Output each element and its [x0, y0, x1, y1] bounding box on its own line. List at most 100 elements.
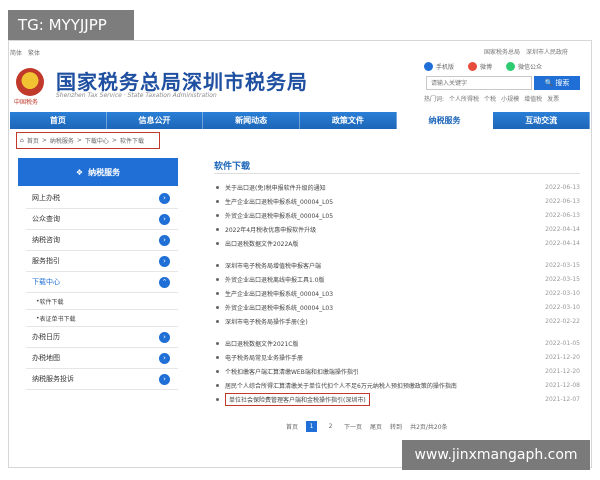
- document-date: 2021-12-08: [545, 381, 580, 389]
- hot-word[interactable]: 个税: [484, 94, 496, 103]
- document-row: 出口退税数据文件2022A版 2022-04-14: [214, 236, 580, 250]
- document-link[interactable]: 外贸企业出口退税申报系统_00004_L05: [225, 211, 536, 220]
- search-input[interactable]: [426, 76, 532, 90]
- breadcrumb-sep: >: [111, 137, 117, 144]
- nav-home[interactable]: 首页: [10, 112, 107, 129]
- document-link[interactable]: 外贸企业出口退税申报系统_00004_L03: [225, 303, 536, 312]
- document-link[interactable]: 出口退税数据文件2021C版: [225, 339, 536, 348]
- document-date: 2022-06-13: [545, 183, 580, 191]
- wechat-link[interactable]: 微信公众: [506, 62, 542, 71]
- document-link[interactable]: 个税扣缴客户端汇算清缴WEB端和扣缴端操作指引: [225, 367, 536, 376]
- search-button[interactable]: 🔍 搜索: [534, 76, 580, 90]
- document-date: 2022-03-10: [545, 289, 580, 297]
- nav-policy[interactable]: 政策文件: [300, 112, 397, 129]
- pager-first[interactable]: 首页: [286, 422, 298, 431]
- hot-word[interactable]: 增值税: [524, 94, 542, 103]
- chevron-right-icon[interactable]: ›: [159, 213, 170, 225]
- chevron-up-icon[interactable]: ⌃: [159, 276, 170, 288]
- weibo-icon: [468, 62, 478, 71]
- nav-tax-service[interactable]: 纳税服务: [396, 112, 494, 129]
- breadcrumb-item[interactable]: 首页: [27, 136, 39, 145]
- bullet-icon: [216, 291, 219, 295]
- sidebar-item[interactable]: 公众查询 ›: [26, 209, 178, 230]
- document-group: 深圳市电子税务局增值税申报客户端 2022-03-15 外贸企业出口退税离线申报工具…: [214, 258, 580, 328]
- document-date: 2022-02-22: [545, 317, 580, 325]
- mobile-icon: [424, 62, 433, 71]
- breadcrumb-sep: >: [76, 137, 82, 144]
- document-row: 电子税务局常见业务操作手册 2021-12-20: [214, 350, 580, 364]
- document-row: 深圳市电子税务局操作手册(全) 2022-02-22: [214, 314, 580, 328]
- watermark-tag: TG: MYYJJPP: [8, 10, 134, 40]
- top-links-right: 国家税务总局 深圳市人民政府: [484, 47, 568, 56]
- sidebar-item[interactable]: 网上办税 ›: [26, 188, 178, 209]
- chevron-right-icon[interactable]: ›: [159, 373, 170, 385]
- nav-info-public[interactable]: 信息公开: [107, 112, 204, 129]
- pager-goto[interactable]: 转到: [390, 422, 402, 431]
- document-link[interactable]: 电子税务局常见业务操作手册: [225, 353, 536, 362]
- site-title[interactable]: 国家税务总局深圳市税务局: [56, 66, 308, 95]
- chevron-right-icon[interactable]: ›: [159, 234, 170, 246]
- hot-words: 热门词: 个人所得税 个税 小规模 增值税 发票: [424, 94, 559, 103]
- weibo-link[interactable]: 微博: [468, 62, 492, 71]
- document-link[interactable]: 关于出口退(免)税申报软件升级的通知: [225, 183, 536, 192]
- document-date: 2022-03-15: [545, 261, 580, 269]
- chevron-right-icon[interactable]: ›: [159, 331, 170, 343]
- hot-word[interactable]: 发票: [547, 94, 559, 103]
- sidebar-subitem[interactable]: • 表证单书下载: [26, 310, 178, 327]
- watermark-url: www.jinxmangaph.com: [402, 440, 590, 470]
- sidebar-subitem[interactable]: • 软件下载: [26, 293, 178, 310]
- sidebar-header-label: 纳税服务: [88, 167, 121, 177]
- document-date: 2021-12-20: [545, 367, 580, 375]
- pager-summary: 共2页/共20条: [410, 424, 448, 431]
- pagination: 首页 1 2 下一页 尾页 转到 共2页/共20条: [286, 421, 448, 432]
- pager-page[interactable]: 1: [306, 421, 318, 432]
- document-row: 关于出口退(免)税申报软件升级的通知 2022-06-13: [214, 180, 580, 194]
- sidebar-item-label: 纳税服务投诉: [32, 375, 74, 383]
- bullet-icon: [216, 241, 219, 245]
- link-simplified[interactable]: 简体: [10, 48, 22, 57]
- mobile-link[interactable]: 手机版: [424, 62, 454, 71]
- document-row: 单位社会保险费管理客户端和金税操作指引(深圳市) 2021-12-07: [214, 392, 580, 406]
- hot-word[interactable]: 小规模: [501, 94, 519, 103]
- document-link[interactable]: 居民个人综合所得汇算清缴关于单位代扣个人不足6万元纳税人预扣预缴政策的操作指南: [225, 381, 536, 390]
- sidebar-item-label: 表证单书下载: [39, 315, 76, 323]
- link-traditional[interactable]: 繁体: [28, 48, 40, 57]
- document-row: 生产企业出口退税申报系统_00004_L03 2022-03-10: [214, 286, 580, 300]
- document-link[interactable]: 单位社会保险费管理客户端和金税操作指引(深圳市): [225, 392, 370, 406]
- document-group: 出口退税数据文件2021C版 2022-01-05 电子税务局常见业务操作手册 202…: [214, 336, 580, 406]
- document-link[interactable]: 生产企业出口退税申报系统_00004_L03: [225, 289, 536, 298]
- document-link[interactable]: 生产企业出口退税申报系统_00004_L05: [225, 197, 536, 206]
- sidebar-item[interactable]: 纳税咨询 ›: [26, 230, 178, 251]
- link-sz-gov[interactable]: 深圳市人民政府: [526, 47, 568, 56]
- pager-page[interactable]: 2: [325, 421, 336, 432]
- nav-interaction[interactable]: 互动交流: [493, 112, 591, 129]
- sidebar-item[interactable]: 办税地图 ›: [26, 348, 178, 369]
- link-state-tax[interactable]: 国家税务总局: [484, 47, 520, 56]
- chevron-right-icon[interactable]: ›: [159, 255, 170, 267]
- pager-next[interactable]: 下一页: [344, 422, 362, 431]
- document-link[interactable]: 出口退税数据文件2022A版: [225, 239, 536, 248]
- document-date: 2022-03-15: [545, 275, 580, 283]
- hot-word[interactable]: 个人所得税: [449, 94, 479, 103]
- wechat-label: 微信公众: [518, 64, 543, 71]
- bullet-icon: [216, 263, 219, 267]
- document-link[interactable]: 外贸企业出口退税离线申报工具1.0版: [225, 275, 536, 284]
- chevron-right-icon[interactable]: ›: [159, 352, 170, 364]
- breadcrumb-item[interactable]: 纳税服务: [50, 136, 74, 145]
- breadcrumb-item[interactable]: 下载中心: [85, 136, 109, 145]
- document-link[interactable]: 深圳市电子税务局增值税申报客户端: [225, 261, 536, 270]
- sidebar-item[interactable]: 下载中心 ⌃: [26, 272, 178, 293]
- sidebar-item[interactable]: 服务指引 ›: [26, 251, 178, 272]
- sidebar-item[interactable]: 办税日历 ›: [26, 327, 178, 348]
- sidebar-item[interactable]: 纳税服务投诉 ›: [26, 369, 178, 390]
- document-link[interactable]: 深圳市电子税务局操作手册(全): [225, 317, 536, 326]
- document-link[interactable]: 2022年4月税收优惠申报软件升级: [225, 225, 536, 234]
- document-date: 2021-12-20: [545, 353, 580, 361]
- pager-last[interactable]: 尾页: [370, 422, 382, 431]
- search-icon: 🔍: [544, 79, 554, 87]
- bullet-icon: [216, 369, 219, 373]
- chevron-right-icon[interactable]: ›: [159, 192, 170, 204]
- sidebar-item-label: 下载中心: [32, 278, 60, 286]
- content-title: 软件下载: [214, 162, 251, 172]
- nav-news[interactable]: 新闻动态: [203, 112, 301, 129]
